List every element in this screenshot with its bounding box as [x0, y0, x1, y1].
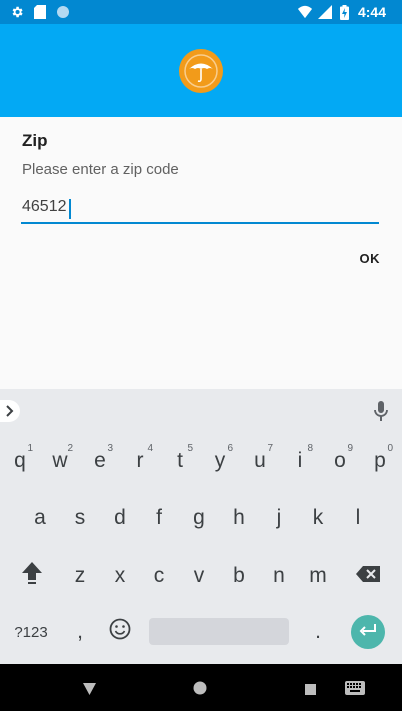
- comma-key[interactable]: ,: [61, 610, 99, 654]
- app-header: [0, 24, 402, 117]
- emoji-key[interactable]: [101, 610, 139, 654]
- umbrella-logo-icon: [179, 48, 223, 93]
- key-f[interactable]: f: [140, 496, 178, 540]
- key-hint: 2: [67, 443, 73, 454]
- key-hint: 9: [347, 443, 353, 454]
- cell-signal-icon: [317, 5, 332, 19]
- text-cursor: [69, 199, 71, 219]
- key-hint: 7: [267, 443, 273, 454]
- key-z[interactable]: z: [61, 554, 99, 598]
- notification-circle-icon: [56, 5, 70, 19]
- key-a[interactable]: a: [21, 496, 59, 540]
- key-hint: 5: [187, 443, 193, 454]
- key-r[interactable]: r4: [121, 439, 159, 483]
- zip-input[interactable]: [21, 196, 379, 224]
- back-triangle-icon[interactable]: [83, 682, 96, 700]
- backspace-icon: [356, 564, 380, 588]
- soft-keyboard: q1 w2 e3 r4 t5 y6 u7 i8 o9 p0 a s d f g …: [0, 433, 402, 664]
- keyboard-suggestion-strip: [0, 389, 402, 433]
- key-q[interactable]: q1: [1, 439, 39, 483]
- key-hint: 4: [147, 443, 153, 454]
- key-l[interactable]: l: [339, 496, 377, 540]
- status-bar: 4:44: [0, 0, 402, 24]
- emoji-smiley-icon: [109, 618, 131, 646]
- enter-key[interactable]: [351, 615, 385, 649]
- sd-card-icon: [33, 5, 47, 19]
- key-p[interactable]: p0: [361, 439, 399, 483]
- key-s[interactable]: s: [61, 496, 99, 540]
- key-h[interactable]: h: [220, 496, 258, 540]
- key-o[interactable]: o9: [321, 439, 359, 483]
- wifi-icon: [297, 5, 312, 19]
- key-u[interactable]: u7: [241, 439, 279, 483]
- key-hint: 6: [227, 443, 233, 454]
- key-k[interactable]: k: [299, 496, 337, 540]
- key-g[interactable]: g: [180, 496, 218, 540]
- symbols-key[interactable]: ?123: [6, 610, 56, 654]
- zip-dialog: Zip Please enter a zip code OK: [0, 117, 402, 389]
- key-i[interactable]: i8: [281, 439, 319, 483]
- home-circle-icon[interactable]: [193, 681, 207, 700]
- shift-arrow-icon: [21, 561, 43, 591]
- period-key[interactable]: .: [299, 610, 337, 654]
- key-hint: 8: [307, 443, 313, 454]
- dialog-message: Please enter a zip code: [22, 161, 179, 178]
- settings-gear-icon: [10, 5, 24, 19]
- key-hint: 3: [107, 443, 113, 454]
- key-c[interactable]: c: [140, 554, 178, 598]
- key-b[interactable]: b: [220, 554, 258, 598]
- keyboard-switch-icon[interactable]: [345, 681, 365, 700]
- microphone-icon[interactable]: [372, 401, 390, 421]
- space-bar[interactable]: [149, 618, 289, 645]
- key-hint: 0: [387, 443, 393, 454]
- key-j[interactable]: j: [260, 496, 298, 540]
- navigation-bar: [0, 664, 402, 711]
- key-hint: 1: [27, 443, 33, 454]
- key-y[interactable]: y6: [201, 439, 239, 483]
- key-d[interactable]: d: [101, 496, 139, 540]
- status-time: 4:44: [357, 4, 386, 20]
- recents-square-icon[interactable]: [305, 682, 316, 700]
- backspace-key[interactable]: [346, 554, 390, 598]
- dialog-title: Zip: [22, 131, 48, 150]
- key-n[interactable]: n: [260, 554, 298, 598]
- shift-key[interactable]: [10, 554, 54, 598]
- chevron-right-icon[interactable]: [0, 400, 20, 422]
- ok-button[interactable]: OK: [360, 251, 381, 266]
- key-m[interactable]: m: [299, 554, 337, 598]
- key-x[interactable]: x: [101, 554, 139, 598]
- battery-charging-icon: [338, 4, 352, 20]
- key-t[interactable]: t5: [161, 439, 199, 483]
- key-v[interactable]: v: [180, 554, 218, 598]
- key-e[interactable]: e3: [81, 439, 119, 483]
- enter-return-icon: [359, 620, 377, 644]
- key-w[interactable]: w2: [41, 439, 79, 483]
